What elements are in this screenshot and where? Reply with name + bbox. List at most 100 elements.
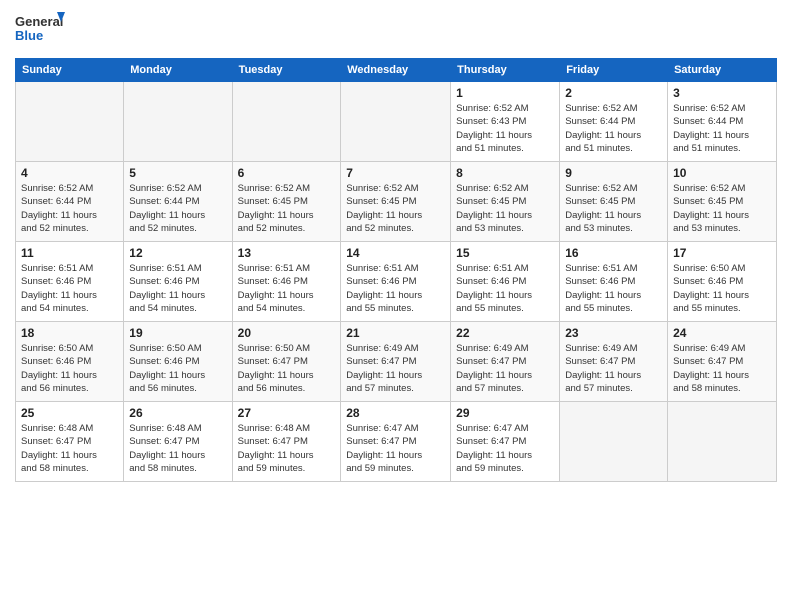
day-info: Sunrise: 6:49 AMSunset: 6:47 PMDaylight:…: [565, 342, 662, 395]
day-cell: 29 Sunrise: 6:47 AMSunset: 6:47 PMDayligh…: [451, 402, 560, 482]
day-cell: 3 Sunrise: 6:52 AMSunset: 6:44 PMDaylight…: [668, 82, 777, 162]
logo: General Blue: [15, 10, 65, 50]
header: General Blue: [15, 10, 777, 50]
day-number: 23: [565, 326, 662, 340]
header-monday: Monday: [124, 59, 232, 82]
day-info: Sunrise: 6:48 AMSunset: 6:47 PMDaylight:…: [238, 422, 336, 475]
week-row-2: 4 Sunrise: 6:52 AMSunset: 6:44 PMDaylight…: [16, 162, 777, 242]
day-number: 17: [673, 246, 771, 260]
day-number: 12: [129, 246, 226, 260]
day-cell: 17 Sunrise: 6:50 AMSunset: 6:46 PMDayligh…: [668, 242, 777, 322]
day-info: Sunrise: 6:51 AMSunset: 6:46 PMDaylight:…: [565, 262, 662, 315]
day-info: Sunrise: 6:49 AMSunset: 6:47 PMDaylight:…: [456, 342, 554, 395]
day-cell: 24 Sunrise: 6:49 AMSunset: 6:47 PMDayligh…: [668, 322, 777, 402]
day-cell: [124, 82, 232, 162]
day-info: Sunrise: 6:49 AMSunset: 6:47 PMDaylight:…: [346, 342, 445, 395]
day-cell: 15 Sunrise: 6:51 AMSunset: 6:46 PMDayligh…: [451, 242, 560, 322]
day-info: Sunrise: 6:51 AMSunset: 6:46 PMDaylight:…: [129, 262, 226, 315]
day-number: 22: [456, 326, 554, 340]
day-cell: 10 Sunrise: 6:52 AMSunset: 6:45 PMDayligh…: [668, 162, 777, 242]
day-cell: 2 Sunrise: 6:52 AMSunset: 6:44 PMDaylight…: [560, 82, 668, 162]
day-number: 2: [565, 86, 662, 100]
day-info: Sunrise: 6:51 AMSunset: 6:46 PMDaylight:…: [346, 262, 445, 315]
day-number: 20: [238, 326, 336, 340]
day-cell: 28 Sunrise: 6:47 AMSunset: 6:47 PMDayligh…: [341, 402, 451, 482]
logo-svg: General Blue: [15, 10, 65, 50]
calendar-table: SundayMondayTuesdayWednesdayThursdayFrid…: [15, 58, 777, 482]
day-info: Sunrise: 6:52 AMSunset: 6:44 PMDaylight:…: [129, 182, 226, 235]
day-info: Sunrise: 6:52 AMSunset: 6:45 PMDaylight:…: [238, 182, 336, 235]
day-cell: 13 Sunrise: 6:51 AMSunset: 6:46 PMDayligh…: [232, 242, 341, 322]
day-info: Sunrise: 6:48 AMSunset: 6:47 PMDaylight:…: [21, 422, 118, 475]
day-info: Sunrise: 6:52 AMSunset: 6:45 PMDaylight:…: [673, 182, 771, 235]
day-cell: 14 Sunrise: 6:51 AMSunset: 6:46 PMDayligh…: [341, 242, 451, 322]
day-cell: 6 Sunrise: 6:52 AMSunset: 6:45 PMDaylight…: [232, 162, 341, 242]
day-number: 6: [238, 166, 336, 180]
day-info: Sunrise: 6:52 AMSunset: 6:45 PMDaylight:…: [346, 182, 445, 235]
day-cell: 9 Sunrise: 6:52 AMSunset: 6:45 PMDaylight…: [560, 162, 668, 242]
day-number: 1: [456, 86, 554, 100]
day-info: Sunrise: 6:52 AMSunset: 6:44 PMDaylight:…: [673, 102, 771, 155]
day-cell: 7 Sunrise: 6:52 AMSunset: 6:45 PMDaylight…: [341, 162, 451, 242]
day-cell: 1Sunrise: 6:52 AMSunset: 6:43 PMDaylight…: [451, 82, 560, 162]
day-number: 10: [673, 166, 771, 180]
day-cell: 4 Sunrise: 6:52 AMSunset: 6:44 PMDaylight…: [16, 162, 124, 242]
week-row-4: 18 Sunrise: 6:50 AMSunset: 6:46 PMDayligh…: [16, 322, 777, 402]
week-row-1: 1Sunrise: 6:52 AMSunset: 6:43 PMDaylight…: [16, 82, 777, 162]
svg-text:Blue: Blue: [15, 28, 43, 43]
day-cell: 22 Sunrise: 6:49 AMSunset: 6:47 PMDayligh…: [451, 322, 560, 402]
day-number: 7: [346, 166, 445, 180]
day-number: 4: [21, 166, 118, 180]
day-cell: 19Sunrise: 6:50 AMSunset: 6:46 PMDayligh…: [124, 322, 232, 402]
week-row-3: 11 Sunrise: 6:51 AMSunset: 6:46 PMDayligh…: [16, 242, 777, 322]
day-info: Sunrise: 6:52 AMSunset: 6:44 PMDaylight:…: [565, 102, 662, 155]
day-cell: 18 Sunrise: 6:50 AMSunset: 6:46 PMDayligh…: [16, 322, 124, 402]
day-info: Sunrise: 6:47 AMSunset: 6:47 PMDaylight:…: [456, 422, 554, 475]
day-info: Sunrise: 6:47 AMSunset: 6:47 PMDaylight:…: [346, 422, 445, 475]
day-number: 8: [456, 166, 554, 180]
header-thursday: Thursday: [451, 59, 560, 82]
day-number: 18: [21, 326, 118, 340]
day-number: 19: [129, 326, 226, 340]
week-row-5: 25 Sunrise: 6:48 AMSunset: 6:47 PMDayligh…: [16, 402, 777, 482]
day-number: 28: [346, 406, 445, 420]
day-cell: [668, 402, 777, 482]
day-cell: 27 Sunrise: 6:48 AMSunset: 6:47 PMDayligh…: [232, 402, 341, 482]
day-number: 16: [565, 246, 662, 260]
day-number: 27: [238, 406, 336, 420]
day-info: Sunrise: 6:49 AMSunset: 6:47 PMDaylight:…: [673, 342, 771, 395]
day-number: 29: [456, 406, 554, 420]
day-number: 3: [673, 86, 771, 100]
day-info: Sunrise: 6:50 AMSunset: 6:47 PMDaylight:…: [238, 342, 336, 395]
day-info: Sunrise: 6:52 AMSunset: 6:45 PMDaylight:…: [456, 182, 554, 235]
day-info: Sunrise: 6:52 AMSunset: 6:45 PMDaylight:…: [565, 182, 662, 235]
day-cell: 23 Sunrise: 6:49 AMSunset: 6:47 PMDayligh…: [560, 322, 668, 402]
day-info: Sunrise: 6:51 AMSunset: 6:46 PMDaylight:…: [238, 262, 336, 315]
day-number: 24: [673, 326, 771, 340]
day-info: Sunrise: 6:51 AMSunset: 6:46 PMDaylight:…: [21, 262, 118, 315]
day-cell: [341, 82, 451, 162]
calendar-header-row: SundayMondayTuesdayWednesdayThursdayFrid…: [16, 59, 777, 82]
day-cell: 12 Sunrise: 6:51 AMSunset: 6:46 PMDayligh…: [124, 242, 232, 322]
day-number: 15: [456, 246, 554, 260]
day-cell: 11 Sunrise: 6:51 AMSunset: 6:46 PMDayligh…: [16, 242, 124, 322]
day-number: 21: [346, 326, 445, 340]
day-number: 9: [565, 166, 662, 180]
header-friday: Friday: [560, 59, 668, 82]
day-info: Sunrise: 6:52 AMSunset: 6:44 PMDaylight:…: [21, 182, 118, 235]
day-number: 25: [21, 406, 118, 420]
day-info: Sunrise: 6:51 AMSunset: 6:46 PMDaylight:…: [456, 262, 554, 315]
day-cell: 8 Sunrise: 6:52 AMSunset: 6:45 PMDaylight…: [451, 162, 560, 242]
day-info: Sunrise: 6:48 AMSunset: 6:47 PMDaylight:…: [129, 422, 226, 475]
day-number: 14: [346, 246, 445, 260]
day-number: 11: [21, 246, 118, 260]
day-cell: 25 Sunrise: 6:48 AMSunset: 6:47 PMDayligh…: [16, 402, 124, 482]
day-number: 13: [238, 246, 336, 260]
day-info: Sunrise: 6:50 AMSunset: 6:46 PMDaylight:…: [21, 342, 118, 395]
day-info: Sunrise: 6:50 AMSunset: 6:46 PMDaylight:…: [673, 262, 771, 315]
calendar-page: General Blue SundayMondayTuesdayWednesda…: [0, 0, 792, 612]
day-cell: [232, 82, 341, 162]
svg-text:General: General: [15, 14, 63, 29]
header-wednesday: Wednesday: [341, 59, 451, 82]
day-cell: [16, 82, 124, 162]
